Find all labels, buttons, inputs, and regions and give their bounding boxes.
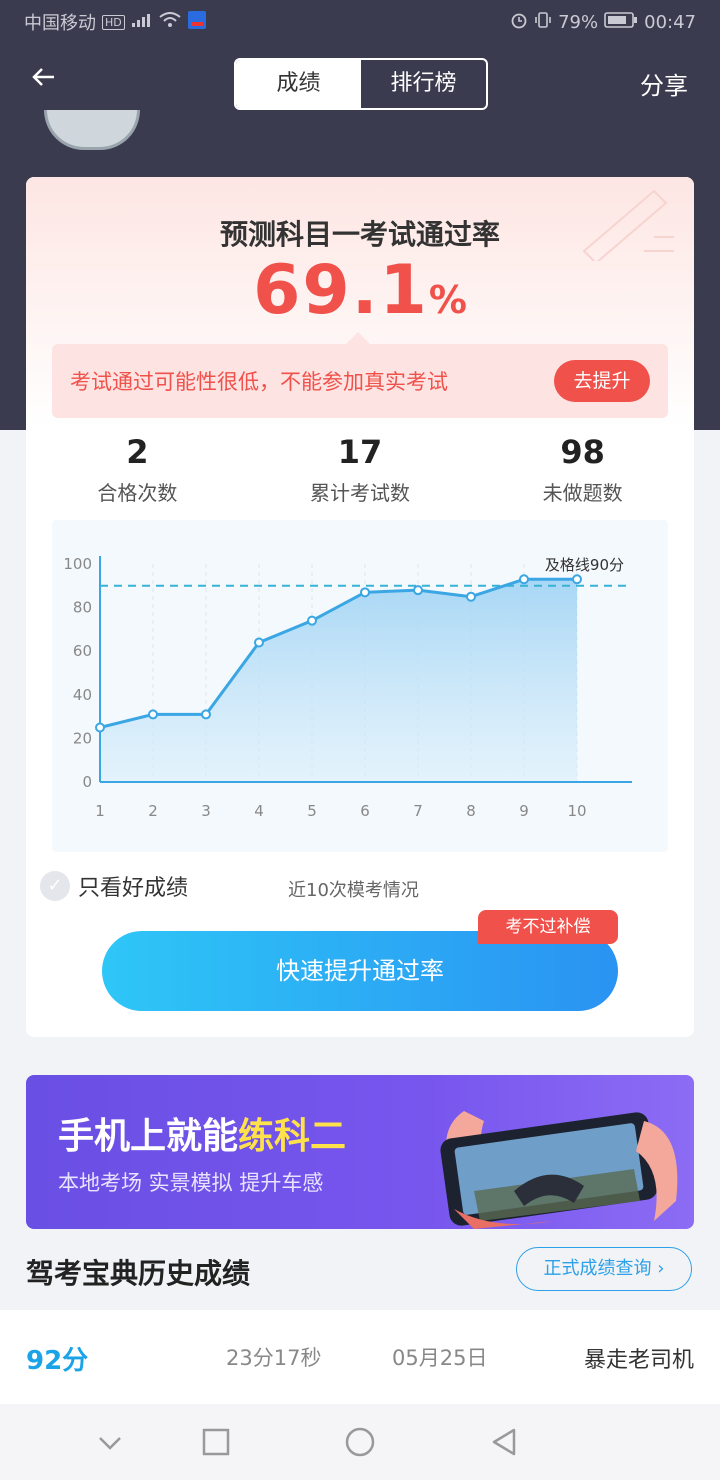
x-tick-label: 8 [466, 802, 476, 820]
history-duration: 23分17秒 [226, 1346, 322, 1370]
banner-title: 手机上就能练科二 [58, 1107, 346, 1159]
stat-value: 98 [560, 433, 605, 471]
y-tick-label: 60 [73, 642, 92, 660]
promo-banner[interactable]: 手机上就能练科二 本地考场 实景模拟 提升车感 [26, 1075, 694, 1229]
prediction-title: 预测科目一考试通过率 [219, 218, 500, 251]
x-tick-label: 4 [254, 802, 264, 820]
stat-unanswered: 98 未做题数 [471, 433, 694, 506]
data-point [95, 722, 105, 733]
banner-title-prefix: 手机上就能 [58, 1116, 239, 1157]
x-tick-label: 10 [567, 802, 586, 820]
data-point [201, 709, 211, 720]
prediction-card: 预测科目一考试通过率 69.1% 考试通过可能性很低，不能参加真实考试 去提升 … [26, 177, 694, 1037]
stat-value: 2 [126, 433, 149, 471]
data-point [572, 574, 582, 585]
chevron-down-icon[interactable] [94, 1426, 126, 1458]
warning-banner: 考试通过可能性很低，不能参加真实考试 去提升 [52, 332, 668, 418]
system-navigation-bar [0, 1404, 720, 1480]
x-tick-label: 5 [307, 802, 317, 820]
only-good-label: 只看好成绩 [78, 876, 189, 901]
x-tick-label: 7 [413, 802, 423, 820]
recent-exams-label: 近10次模考情况 [288, 880, 419, 901]
score-chart-svg: 及格线90分 0 20 40 60 80 100 1 2 3 4 5 6 7 8 9 10 [63, 555, 632, 820]
data-point [360, 587, 370, 598]
tab-ranking[interactable]: 排行榜 [361, 60, 486, 108]
status-bar: 中国移动 HD 79% 00:47 [0, 0, 720, 44]
signal-icon [131, 12, 153, 33]
prediction-rate-value: 69.1 [253, 251, 429, 330]
history-user: 暴走老司机 [583, 1348, 694, 1373]
compensation-badge: 考不过补偿 [478, 910, 618, 944]
x-tick-label: 6 [360, 802, 370, 820]
back-arrow-icon[interactable] [28, 62, 68, 102]
warning-text: 考试通过可能性很低，不能参加真实考试 [70, 370, 448, 394]
banner-title-highlight: 练科二 [238, 1116, 347, 1157]
x-tick-label: 9 [519, 802, 529, 820]
only-good-toggle[interactable]: ✓ 只看好成绩 [40, 870, 188, 902]
vibrate-icon [534, 11, 552, 34]
tab-switcher: 成绩 排行榜 [234, 58, 488, 110]
y-tick-label: 0 [82, 773, 92, 791]
data-point [254, 637, 264, 648]
history-row[interactable]: 92分 23分17秒 05月25日 暴走老司机 [0, 1310, 720, 1404]
score-chart: 及格线90分 0 20 40 60 80 100 1 2 3 4 5 6 7 8 9 10 [52, 520, 668, 852]
y-tick-label: 100 [63, 555, 92, 573]
stat-total-exams: 17 累计考试数 [249, 433, 472, 506]
prediction-rate-unit: % [428, 278, 467, 322]
recent-apps-icon[interactable] [200, 1426, 232, 1458]
phone-in-hands-illustration [440, 1111, 678, 1229]
data-point [466, 591, 476, 602]
data-point [307, 615, 317, 626]
wifi-icon [159, 11, 181, 33]
improve-button[interactable]: 去提升 [554, 360, 650, 402]
clock-time: 00:47 [644, 11, 696, 33]
prediction-rate: 69.1% [26, 251, 694, 330]
stat-label: 合格次数 [97, 481, 178, 505]
hd-badge: HD [102, 14, 125, 30]
top-navigation: 成绩 排行榜 分享 [0, 56, 720, 112]
data-point [413, 585, 423, 596]
data-point [148, 709, 158, 720]
y-tick-label: 40 [73, 686, 92, 704]
stat-pass-count: 2 合格次数 [26, 433, 249, 506]
x-tick-label: 2 [148, 802, 158, 820]
official-score-query-label: 正式成绩查询 [543, 1258, 652, 1279]
battery-icon [604, 11, 638, 34]
alarm-icon [510, 11, 528, 34]
share-button[interactable]: 分享 [640, 66, 688, 101]
y-tick-label: 80 [73, 599, 92, 617]
history-date: 05月25日 [392, 1346, 488, 1370]
home-icon[interactable] [344, 1426, 376, 1458]
app-notification-icon [187, 10, 207, 35]
pass-line-label: 及格线90分 [545, 556, 624, 574]
battery-percent: 79% [558, 11, 599, 33]
data-point [519, 574, 529, 585]
chevron-right-icon: › [657, 1258, 665, 1279]
x-tick-label: 3 [201, 802, 211, 820]
score-area [100, 579, 577, 782]
check-icon[interactable]: ✓ [40, 871, 70, 901]
y-tick-label: 20 [73, 729, 92, 747]
stats-row: 2 合格次数 17 累计考试数 98 未做题数 [26, 433, 694, 506]
carrier-label: 中国移动 [24, 13, 96, 34]
back-triangle-icon[interactable] [488, 1426, 520, 1458]
official-score-query-button[interactable]: 正式成绩查询 › [516, 1247, 692, 1291]
stat-value: 17 [337, 433, 383, 471]
x-tick-label: 1 [95, 802, 105, 820]
stat-label: 未做题数 [542, 481, 623, 505]
stat-label: 累计考试数 [310, 481, 410, 505]
banner-subtitle: 本地考场 实景模拟 提升车感 [58, 1171, 324, 1195]
history-score: 92分 [26, 1346, 89, 1376]
history-title: 驾考宝典历史成绩 [26, 1257, 251, 1290]
tab-score[interactable]: 成绩 [236, 60, 361, 108]
